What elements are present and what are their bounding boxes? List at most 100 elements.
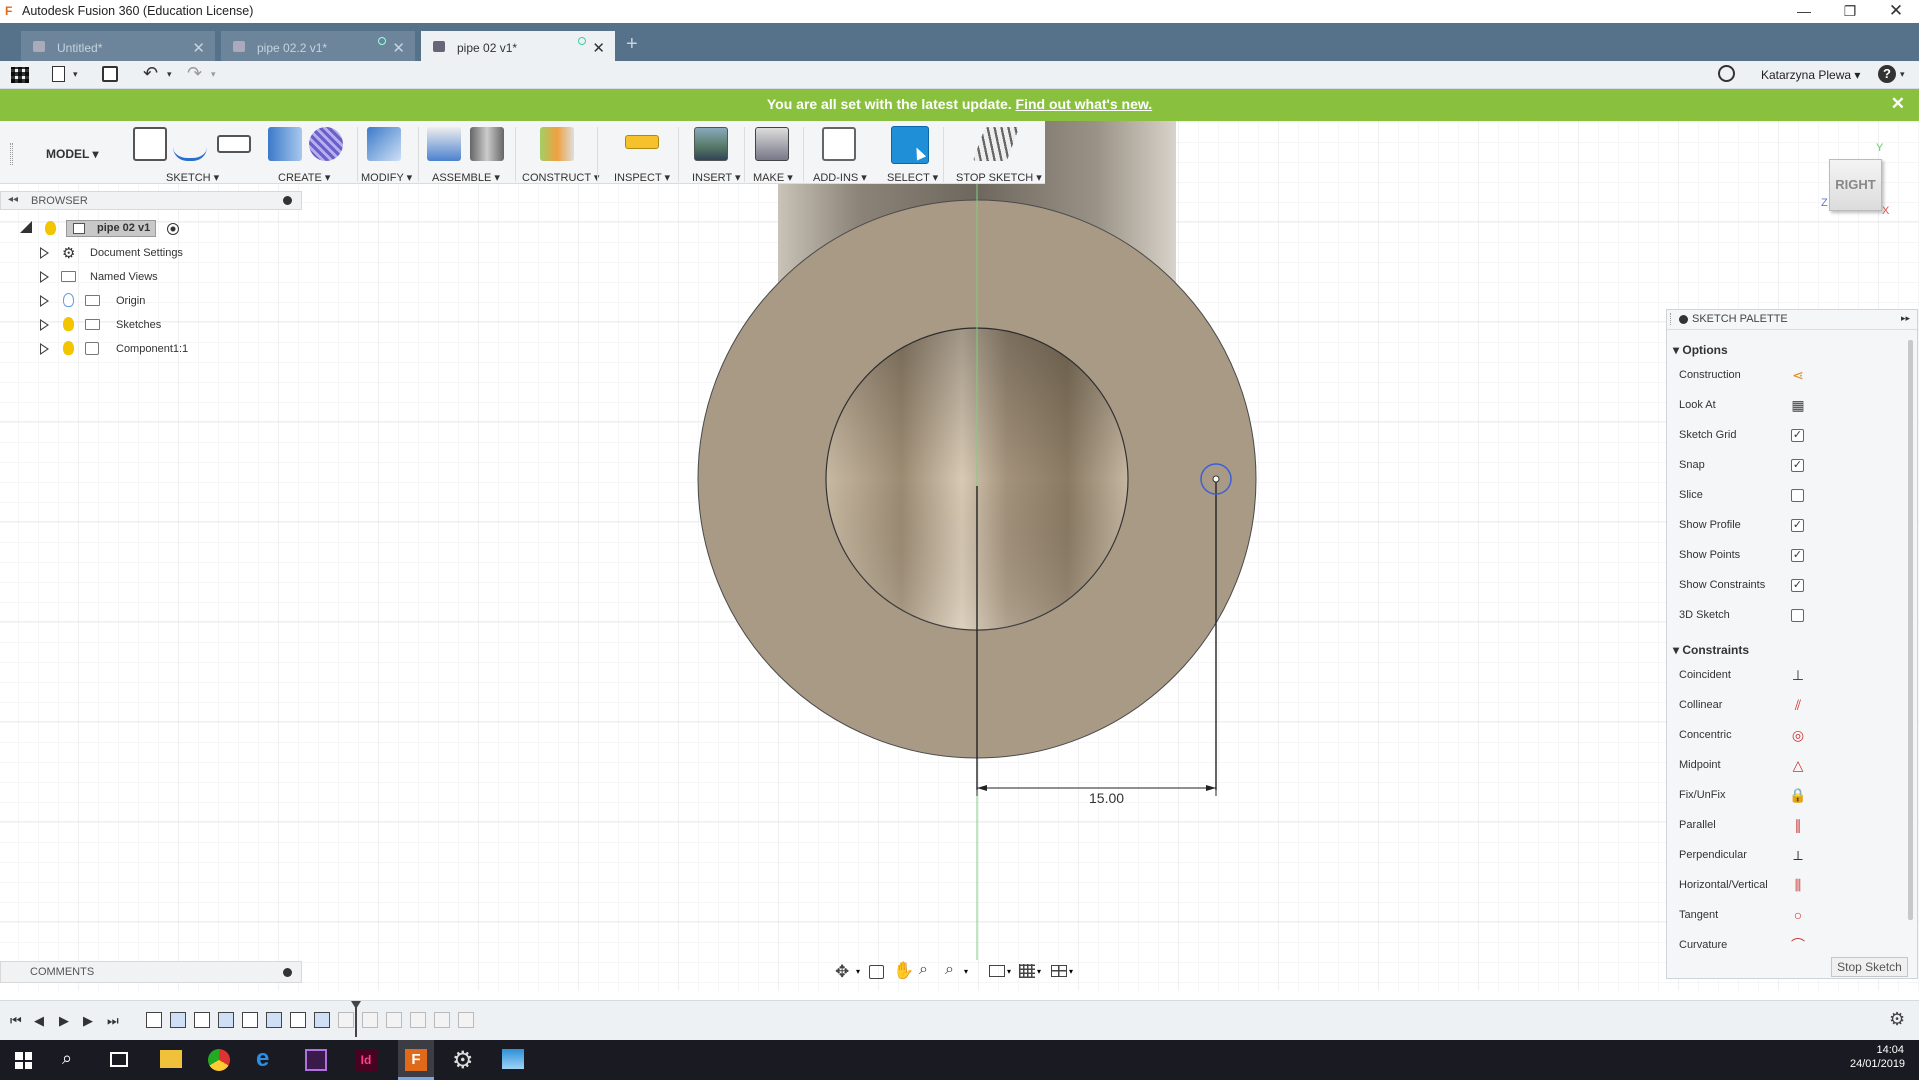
stop-sketch-icon[interactable] (972, 127, 1020, 161)
play-icon[interactable]: ▶ (59, 1013, 69, 1029)
palette-grip-icon[interactable] (1670, 313, 1672, 325)
timeline-feature-icon[interactable] (458, 1012, 474, 1028)
viewports-dropdown-icon[interactable]: ▾ (1069, 967, 1073, 976)
timeline-feature-icon[interactable] (338, 1012, 354, 1028)
tab-pipe-02[interactable]: pipe 02 v1* ✕ (421, 31, 615, 61)
fusion-360-icon[interactable]: F (405, 1049, 427, 1071)
ribbon-grip-icon[interactable] (10, 143, 13, 165)
modify-menu[interactable]: MODIFY ▾ (361, 171, 412, 184)
timeline-feature-icon[interactable] (314, 1012, 330, 1028)
construct-menu[interactable]: CONSTRUCT ▾ (522, 171, 599, 184)
press-pull-icon[interactable] (367, 127, 401, 161)
app-window-icon[interactable] (502, 1049, 524, 1069)
go-to-end-icon[interactable]: ⏭ (107, 1013, 119, 1029)
close-tab-icon[interactable]: ✕ (192, 39, 205, 57)
timeline-settings-gear-icon[interactable]: ⚙ (1889, 1009, 1905, 1030)
timeline-feature-icon[interactable] (194, 1012, 210, 1028)
constraint-icon[interactable]: ⫼ (1789, 876, 1807, 894)
file-explorer-icon[interactable] (160, 1050, 182, 1068)
timeline-feature-icon[interactable] (386, 1012, 402, 1028)
minimize-button[interactable]: — (1781, 0, 1827, 23)
grid-snaps-icon[interactable] (1019, 964, 1035, 978)
constraint-midpoint[interactable]: Midpoint △ (1679, 756, 1909, 786)
timeline-feature-icon[interactable] (146, 1012, 162, 1028)
go-to-start-icon[interactable]: ⏮ (10, 1013, 22, 1029)
chrome-icon[interactable] (208, 1049, 230, 1071)
browser-pin-icon[interactable] (283, 196, 292, 205)
constraint-icon[interactable]: ○ (1789, 906, 1807, 924)
palette-option-sketch-grid[interactable]: Sketch Grid ✓ (1679, 426, 1909, 456)
checkbox[interactable] (1791, 489, 1804, 502)
select-menu[interactable]: SELECT ▾ (887, 171, 938, 184)
constraint-icon[interactable]: 🔒 (1789, 786, 1807, 804)
whats-new-link[interactable]: Find out what's new. (1016, 96, 1153, 112)
offset-plane-icon[interactable] (540, 127, 574, 161)
scripts-addins-icon[interactable] (822, 127, 856, 161)
constraint-parallel[interactable]: Parallel ∥ (1679, 816, 1909, 846)
fit-icon[interactable]: ⌕ (945, 961, 954, 979)
maximize-button[interactable]: ❐ (1827, 0, 1873, 23)
slack-icon[interactable] (305, 1049, 327, 1071)
render-icon[interactable] (755, 127, 789, 161)
expand-triangle-icon[interactable] (40, 271, 49, 283)
new-component-icon[interactable] (427, 127, 461, 161)
rectangle-tool-icon[interactable] (217, 135, 251, 153)
form-icon[interactable] (309, 127, 343, 161)
browser-item-origin[interactable]: Origin (0, 290, 300, 312)
constraints-section[interactable]: ▾ Constraints (1673, 643, 1749, 657)
visibility-bulb-icon[interactable] (45, 221, 56, 235)
undo-dropdown-icon[interactable]: ▾ (167, 69, 172, 80)
close-banner-icon[interactable]: ✕ (1891, 89, 1905, 119)
expand-triangle-icon[interactable] (40, 343, 49, 355)
palette-option-show-constraints[interactable]: Show Constraints ✓ (1679, 576, 1909, 606)
redo-dropdown-icon[interactable]: ▾ (211, 69, 216, 80)
constraint-fix-unfix[interactable]: Fix/UnFix 🔒 (1679, 786, 1909, 816)
joint-icon[interactable] (470, 127, 504, 161)
palette-header[interactable]: SKETCH PALETTE ▸▸ (1667, 310, 1917, 330)
visibility-bulb-icon[interactable] (63, 293, 74, 307)
stop-sketch-menu[interactable]: STOP SKETCH ▾ (956, 171, 1042, 184)
measure-icon[interactable] (625, 135, 659, 149)
help-icon[interactable]: ? (1878, 65, 1896, 83)
search-icon[interactable]: ⌕ (62, 1048, 72, 1069)
timeline-marker-handle-icon[interactable] (351, 1001, 361, 1009)
browser-root[interactable]: pipe 02 v1 (0, 218, 300, 240)
timeline-feature-icon[interactable] (434, 1012, 450, 1028)
file-dropdown-icon[interactable]: ▾ (73, 69, 78, 80)
expand-palette-icon[interactable]: ▸▸ (1901, 313, 1910, 324)
timeline-feature-icon[interactable] (170, 1012, 186, 1028)
palette-scrollbar[interactable] (1908, 340, 1913, 920)
constraint-concentric[interactable]: Concentric ◎ (1679, 726, 1909, 756)
visibility-bulb-icon[interactable] (63, 341, 74, 355)
checkbox[interactable]: ✓ (1791, 579, 1804, 592)
insert-image-icon[interactable] (694, 127, 728, 161)
job-status-clock-icon[interactable] (1718, 65, 1735, 82)
constraint-icon[interactable]: ⌒ (1789, 936, 1807, 950)
checkbox[interactable]: ✓ (1791, 429, 1804, 442)
sketch-menu[interactable]: SKETCH ▾ (166, 171, 219, 184)
constraint-icon[interactable]: ∥ (1789, 816, 1807, 834)
viewports-icon[interactable] (1051, 965, 1067, 977)
redo-icon[interactable]: ↷ (187, 63, 202, 84)
browser-item-named-views[interactable]: Named Views (0, 266, 300, 288)
extrude-icon[interactable] (268, 127, 302, 161)
browser-item-sketches[interactable]: Sketches (0, 314, 300, 336)
new-tab-icon[interactable]: + (626, 33, 638, 56)
browser-panel-header[interactable]: ◂◂ BROWSER (0, 191, 302, 210)
timeline-feature-icon[interactable] (242, 1012, 258, 1028)
timeline-feature-icon[interactable] (290, 1012, 306, 1028)
create-sketch-icon[interactable] (133, 127, 167, 161)
look-at-icon[interactable]: ▦ (1789, 396, 1807, 414)
visibility-bulb-icon[interactable] (63, 317, 74, 331)
checkbox[interactable]: ✓ (1791, 459, 1804, 472)
close-tab-icon[interactable]: ✕ (592, 39, 605, 57)
construction-icon[interactable]: ⋖ (1789, 366, 1807, 384)
pan-icon[interactable]: ✋ (893, 961, 914, 981)
file-menu-icon[interactable] (52, 66, 65, 82)
insert-menu[interactable]: INSERT ▾ (692, 171, 741, 184)
dimension-label[interactable]: 15.00 (1089, 790, 1124, 806)
expand-triangle-icon[interactable] (40, 247, 49, 259)
view-cube-face[interactable]: RIGHT (1829, 159, 1882, 211)
help-dropdown-icon[interactable]: ▾ (1900, 69, 1905, 80)
constraint-icon[interactable]: ⫽ (1789, 696, 1807, 714)
